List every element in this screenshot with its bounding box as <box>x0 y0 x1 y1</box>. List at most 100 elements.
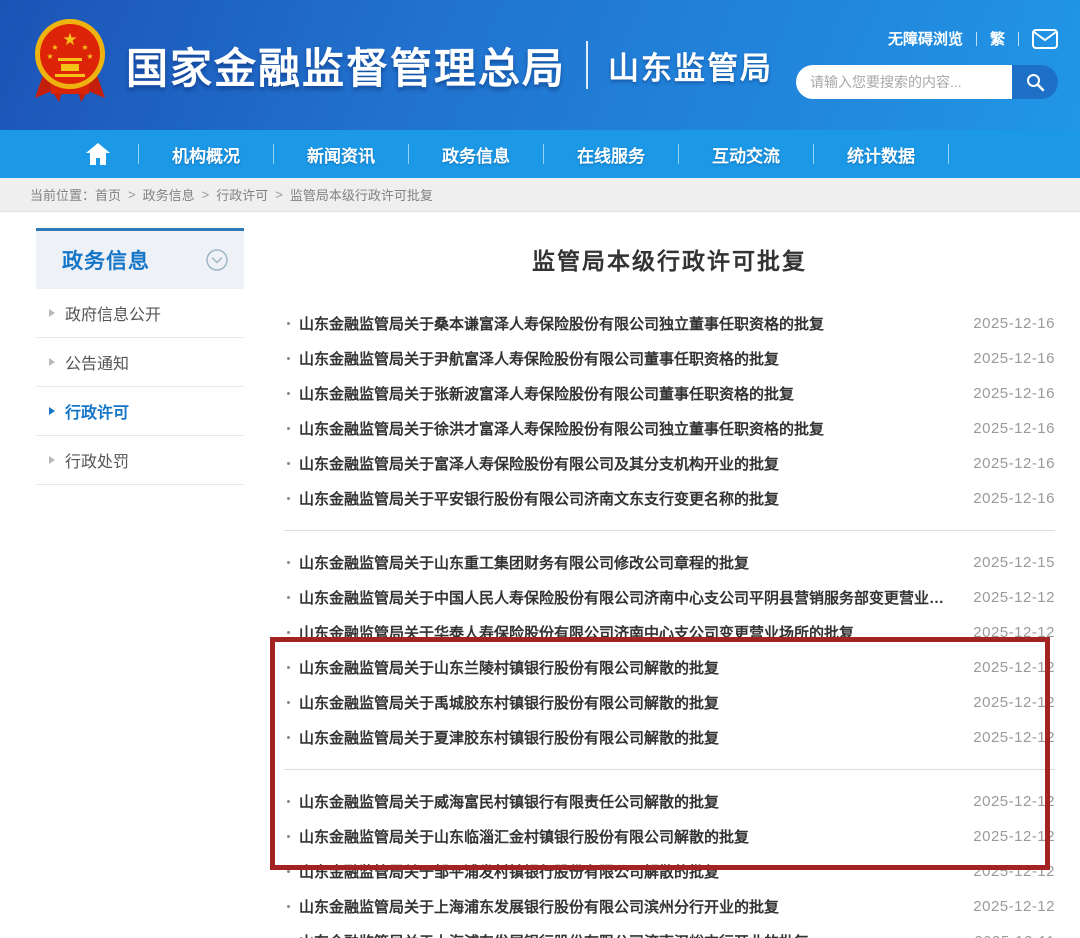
header-right: 无障碍浏览 繁 <box>796 28 1058 99</box>
accessibility-link[interactable]: 无障碍浏览 <box>888 28 963 49</box>
approval-link[interactable]: 山东金融监管局关于山东重工集团财务有限公司修改公司章程的批复 <box>299 552 955 573</box>
svg-text:★: ★ <box>46 52 53 61</box>
bullet-dot <box>287 357 290 360</box>
approval-link[interactable]: 山东金融监管局关于山东兰陵村镇银行股份有限公司解散的批复 <box>299 657 955 678</box>
list-item: 山东金融监管局关于华泰人寿保险股份有限公司济南中心支公司变更营业场所的批复202… <box>284 615 1055 650</box>
nav-item-tongji[interactable]: 统计数据 <box>814 142 948 167</box>
mail-icon[interactable] <box>1032 29 1058 49</box>
approval-group: 山东金融监管局关于桑本谦富泽人寿保险股份有限公司独立董事任职资格的批复 2025-… <box>284 298 1055 530</box>
bullet-dot <box>287 631 290 634</box>
approval-link[interactable]: 山东金融监管局关于邹平浦发村镇银行股份有限公司解散的批复 <box>299 861 955 882</box>
approval-date: 2025-12-16 <box>973 385 1055 402</box>
bullet-dot <box>287 462 290 465</box>
approval-link[interactable]: 山东金融监管局关于张新波富泽人寿保险股份有限公司董事任职资格的批复 <box>299 383 955 404</box>
nav-item-jigou[interactable]: 机构概况 <box>139 142 273 167</box>
list-item: 山东金融监管局关于山东兰陵村镇银行股份有限公司解散的批复 2025-12-12 <box>284 650 1055 685</box>
sidebar-item-admin-penalty[interactable]: 行政处罚 <box>36 436 244 485</box>
approval-link[interactable]: 山东金融监管局关于上海浦东发展银行股份有限公司滨州分行开业的批复 <box>299 896 955 917</box>
approval-list: 山东金融监管局关于桑本谦富泽人寿保险股份有限公司独立董事任职资格的批复 2025-… <box>284 298 1055 938</box>
breadcrumb-current: 监管局本级行政许可批复 <box>290 185 433 204</box>
nav-item-zhengwu[interactable]: 政务信息 <box>409 142 543 167</box>
approval-date: 2025-12-12 <box>973 694 1055 711</box>
bullet-dot <box>287 392 290 395</box>
approval-date: 2025-12-16 <box>973 420 1055 437</box>
approval-link[interactable]: 山东金融监管局关于夏津胶东村镇银行股份有限公司解散的批复 <box>299 727 955 748</box>
triangle-right-icon <box>49 358 55 366</box>
bullet-dot <box>287 427 290 430</box>
search-button[interactable] <box>1012 65 1058 99</box>
sidebar-item-notices[interactable]: 公告通知 <box>36 338 244 387</box>
list-item: 山东金融监管局关于山东重工集团财务有限公司修改公司章程的批复 2025-12-15 <box>284 545 1055 580</box>
sidebar-menu: 政府信息公开 公告通知 行政许可 行政处罚 <box>36 289 244 485</box>
header-divider <box>586 41 588 89</box>
bullet-dot <box>287 736 290 739</box>
breadcrumb-prefix: 当前位置： <box>30 185 95 204</box>
approval-date: 2025-12-12 <box>973 793 1055 810</box>
breadcrumb-separator: > <box>202 187 210 202</box>
breadcrumb-zhengwu[interactable]: 政务信息 <box>143 185 195 204</box>
list-item: 山东金融监管局关于尹航富泽人寿保险股份有限公司董事任职资格的批复 2025-12-… <box>284 341 1055 376</box>
list-item: 山东金融监管局关于富泽人寿保险股份有限公司及其分支机构开业的批复 2025-12-… <box>284 446 1055 481</box>
approval-date: 2025-12-11 <box>974 933 1055 938</box>
approval-date: 2025-12-16 <box>973 490 1055 507</box>
approval-date: 2025-12-16 <box>973 455 1055 472</box>
triangle-right-icon <box>49 309 55 317</box>
search-bar <box>796 65 1058 99</box>
approval-link[interactable]: 山东金融监管局关于尹航富泽人寿保险股份有限公司董事任职资格的批复 <box>299 348 955 369</box>
approval-link[interactable]: 山东金融监管局关于徐洪才富泽人寿保险股份有限公司独立董事任职资格的批复 <box>299 418 955 439</box>
chevron-down-circle-icon[interactable] <box>206 249 228 271</box>
approval-date: 2025-12-16 <box>973 350 1055 367</box>
approval-link[interactable]: 山东金融监管局关于禹城胶东村镇银行股份有限公司解散的批复 <box>299 692 955 713</box>
list-item: 山东金融监管局关于禹城胶东村镇银行股份有限公司解散的批复 2025-12-12 <box>284 685 1055 720</box>
magnifier-icon <box>1025 72 1045 92</box>
breadcrumb-home[interactable]: 首页 <box>95 185 121 204</box>
breadcrumb-separator: > <box>275 187 283 202</box>
list-item: 山东金融监管局关于张新波富泽人寿保险股份有限公司董事任职资格的批复 2025-12… <box>284 376 1055 411</box>
list-item: 山东金融监管局关于邹平浦发村镇银行股份有限公司解散的批复2025-12-12 <box>284 854 1055 889</box>
utility-separator <box>976 32 977 46</box>
approval-link[interactable]: 山东金融监管局关于桑本谦富泽人寿保险股份有限公司独立董事任职资格的批复 <box>299 313 955 334</box>
nav-item-xinwen[interactable]: 新闻资讯 <box>274 142 408 167</box>
approval-link[interactable]: 山东金融监管局关于威海富民村镇银行有限责任公司解散的批复 <box>299 791 955 812</box>
svg-text:★: ★ <box>86 52 93 61</box>
home-icon <box>86 143 110 165</box>
bureau-title: 山东监管局 <box>608 43 773 88</box>
nav-separator <box>948 144 949 164</box>
nav-item-zaixian[interactable]: 在线服务 <box>544 142 678 167</box>
approval-group: 山东金融监管局关于山东重工集团财务有限公司修改公司章程的批复 2025-12-15… <box>284 530 1055 769</box>
sidebar: 政务信息 政府信息公开 公告通知 <box>36 228 244 938</box>
page: ★ ★ ★ ★ ★ 国家金融监督管理总局 山东监管局 无障碍浏览 繁 <box>0 0 1080 938</box>
approval-link[interactable]: 山东金融监管局关于华泰人寿保险股份有限公司济南中心支公司变更营业场所的批复 <box>299 622 955 643</box>
breadcrumb-xingzheng[interactable]: 行政许可 <box>216 185 268 204</box>
breadcrumb-separator: > <box>128 187 136 202</box>
svg-text:★: ★ <box>81 43 88 52</box>
bullet-dot <box>287 870 290 873</box>
svg-text:★: ★ <box>51 43 58 52</box>
approval-link[interactable]: 山东金融监管局关于中国人民人寿保险股份有限公司济南中心支公司平阴县营销服务部变更… <box>299 587 955 608</box>
approval-date: 2025-12-16 <box>973 315 1055 332</box>
site-header: ★ ★ ★ ★ ★ 国家金融监督管理总局 山东监管局 无障碍浏览 繁 <box>0 0 1080 130</box>
sidebar-item-info-disclosure[interactable]: 政府信息公开 <box>36 289 244 338</box>
list-item: 山东金融监管局关于中国人民人寿保险股份有限公司济南中心支公司平阴县营销服务部变更… <box>284 580 1055 615</box>
approval-link[interactable]: 山东金融监管局关于山东临淄汇金村镇银行股份有限公司解散的批复 <box>299 826 955 847</box>
nav-home[interactable] <box>58 143 138 165</box>
list-item: 山东金融监管局关于山东临淄汇金村镇银行股份有限公司解散的批复2025-12-12 <box>284 819 1055 854</box>
approval-date: 2025-12-12 <box>973 589 1055 606</box>
nav-item-hudong[interactable]: 互动交流 <box>679 142 813 167</box>
traditional-chinese-link[interactable]: 繁 <box>990 28 1005 49</box>
approval-group: 山东金融监管局关于威海富民村镇银行有限责任公司解散的批复 2025-12-12 山东… <box>284 769 1055 938</box>
approval-link[interactable]: 山东金融监管局关于平安银行股份有限公司济南文东支行变更名称的批复 <box>299 488 955 509</box>
search-input[interactable] <box>796 65 1012 99</box>
approval-link[interactable]: 山东金融监管局关于富泽人寿保险股份有限公司及其分支机构开业的批复 <box>299 453 955 474</box>
bullet-dot <box>287 322 290 325</box>
approval-date: 2025-12-12 <box>973 659 1055 676</box>
utility-bar: 无障碍浏览 繁 <box>796 28 1058 49</box>
bullet-dot <box>287 701 290 704</box>
approval-link[interactable]: 山东金融监管局关于上海浦东发展银行股份有限公司济南汉峪支行开业的批复 <box>299 931 956 938</box>
site-title: 国家金融监督管理总局 <box>126 35 566 96</box>
sidebar-item-admin-licensing[interactable]: 行政许可 <box>36 387 244 436</box>
approval-date: 2025-12-15 <box>973 554 1055 571</box>
main-content: 监管局本级行政许可批复 山东金融监管局关于桑本谦富泽人寿保险股份有限公司独立董事… <box>284 228 1055 938</box>
list-item: 山东金融监管局关于桑本谦富泽人寿保险股份有限公司独立董事任职资格的批复 2025-… <box>284 306 1055 341</box>
bullet-dot <box>287 561 290 564</box>
